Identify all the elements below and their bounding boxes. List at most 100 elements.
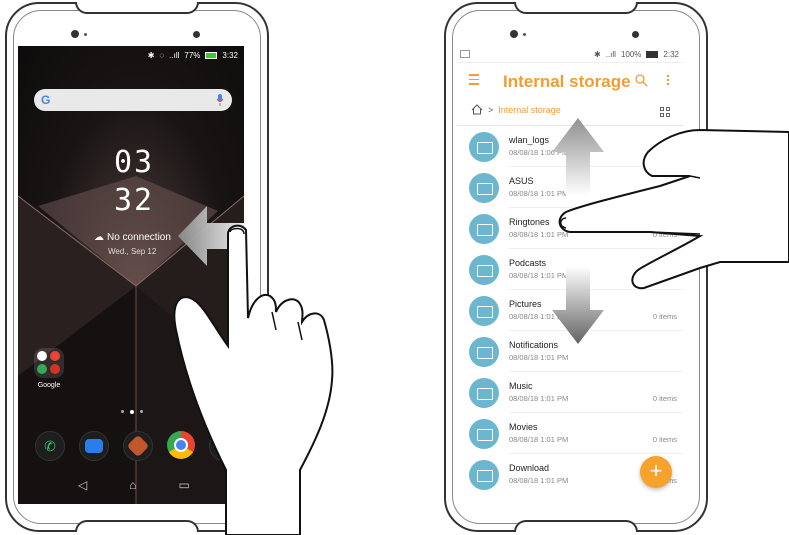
right-signal: ..ıll	[605, 49, 616, 59]
list-item[interactable]: Podcasts 08/08/18 1:01 PM 0 items	[457, 249, 683, 290]
list-item[interactable]: Movies 08/08/18 1:01 PM 0 items	[457, 413, 683, 454]
camera-app-icon[interactable]	[209, 431, 239, 461]
folder-app-icon	[37, 351, 47, 361]
home-icon[interactable]: ⌂	[129, 478, 136, 492]
folder-name: Movies	[509, 422, 538, 432]
google-folder-label: Google	[37, 382, 61, 389]
folder-icon	[469, 460, 499, 490]
left-battery-pct: 77%	[184, 50, 201, 60]
lock-date: Wed., Sep 12	[108, 247, 157, 256]
page-dot	[121, 410, 124, 413]
left-phone-sensor	[84, 33, 87, 36]
folder-name: Pictures	[509, 299, 542, 309]
bluetooth-icon: ✱	[594, 49, 601, 59]
google-search-bar[interactable]: G	[34, 89, 232, 111]
folder-name: Download	[509, 463, 550, 473]
menu-icon[interactable]	[469, 74, 479, 88]
folder-icon	[469, 132, 499, 162]
folder-count: 0 items	[652, 230, 677, 239]
folder-app-icon	[37, 364, 47, 374]
recents-icon[interactable]: ▭	[178, 478, 189, 492]
sync-icon: ◌	[159, 50, 165, 60]
search-icon[interactable]	[635, 74, 648, 87]
grid-view-icon[interactable]	[660, 107, 670, 117]
folder-name: Podcasts	[509, 258, 547, 268]
folder-date: 08/08/18 1:01 PM	[509, 394, 569, 403]
folder-name: Music	[509, 381, 533, 391]
battery-icon	[205, 51, 218, 59]
folder-date: 08/08/18 1:01 PM	[509, 271, 569, 280]
google-g-icon: G	[41, 93, 51, 107]
list-item[interactable]: Music 08/08/18 1:01 PM 0 items	[457, 372, 683, 413]
list-item[interactable]: wlan_logs 08/08/18 1:06 PM	[457, 126, 683, 167]
left-lock-screen: ✱ ◌ ..ıll 77% 3:32 G 03 32 ☁ No connecti…	[18, 46, 244, 504]
right-status-bar: ✱ ..ıll 100% 2:32	[457, 46, 683, 63]
folder-date: 08/08/18 1:01 PM	[509, 230, 569, 239]
page-dot-active	[130, 409, 134, 414]
folder-name: wlan_logs	[509, 135, 550, 145]
app-bar: Internal storage	[457, 64, 683, 100]
folder-count: 0 items	[652, 394, 677, 403]
folder-count: 0 items	[652, 271, 677, 280]
left-status-time: 3:32	[222, 50, 238, 60]
chrome-app-icon[interactable]	[167, 431, 195, 459]
messages-app-icon[interactable]	[79, 431, 109, 461]
folder-icon	[469, 214, 499, 244]
folder-date: 08/08/18 1:01 PM	[509, 189, 569, 198]
battery-icon	[646, 50, 659, 58]
navigation-bar: ◁ ⌂ ▭	[78, 478, 190, 492]
breadcrumb-current[interactable]: Internal storage	[498, 105, 561, 115]
right-phone-camera	[510, 30, 518, 38]
bluetooth-icon: ✱	[147, 50, 155, 60]
page-indicator	[121, 409, 143, 414]
microphone-icon[interactable]	[216, 94, 224, 106]
folder-icon	[469, 378, 499, 408]
folder-app-icon	[50, 364, 60, 374]
add-folder-button[interactable]: +	[640, 456, 672, 488]
clock-minute: 32	[114, 183, 155, 218]
clock-hour: 03	[114, 145, 155, 180]
phone-app-icon[interactable]: ✆	[35, 431, 65, 461]
right-battery-pct: 100%	[620, 49, 642, 59]
left-status-bar: ✱ ◌ ..ıll 77% 3:32	[18, 46, 244, 64]
folder-icon	[469, 173, 499, 203]
app-dock: ✆	[35, 431, 239, 461]
back-icon[interactable]: ◁	[78, 478, 87, 492]
list-item[interactable]: ASUS 08/08/18 1:01 PM	[457, 167, 683, 208]
right-phone-front-camera	[632, 31, 639, 38]
list-item[interactable]: Notifications 08/08/18 1:01 PM	[457, 331, 683, 372]
no-connection-status: ☁ No connection	[94, 232, 171, 243]
right-phone-sensor	[523, 33, 526, 36]
right-status-time: 2:32	[663, 49, 679, 59]
file-manager-screen: ✱ ..ıll 100% 2:32 Internal storage > Int…	[457, 46, 683, 504]
image-notification-icon	[460, 50, 470, 58]
game-center-app-icon[interactable]	[123, 431, 153, 461]
left-phone-bottom-notch	[75, 520, 199, 532]
google-folder[interactable]	[34, 348, 64, 378]
folder-app-icon	[50, 351, 60, 361]
folder-count: 0 items	[652, 312, 677, 321]
home-icon[interactable]	[471, 104, 483, 115]
cloud-icon: ☁	[94, 232, 104, 243]
folder-name: ASUS	[509, 176, 534, 186]
list-item[interactable]: Pictures 08/08/18 1:01 PM 0 items	[457, 290, 683, 331]
folder-count: 0 items	[652, 435, 677, 444]
left-signal: ..ıll	[169, 50, 180, 60]
overflow-menu-icon[interactable]	[667, 75, 670, 85]
folder-date: 08/08/18 1:01 PM	[509, 476, 569, 485]
page-dot	[140, 410, 143, 413]
folder-icon	[469, 255, 499, 285]
folder-name: Ringtones	[509, 217, 550, 227]
folder-date: 08/08/18 1:01 PM	[509, 435, 569, 444]
left-phone-camera	[71, 30, 79, 38]
folder-icon	[469, 419, 499, 449]
breadcrumb: > Internal storage	[471, 104, 561, 115]
folder-date: 08/08/18 1:01 PM	[509, 353, 569, 362]
folder-date: 08/08/18 1:01 PM	[509, 312, 569, 321]
breadcrumb-separator: >	[488, 104, 494, 115]
folder-icon	[469, 337, 499, 367]
list-item[interactable]: Ringtones 08/08/18 1:01 PM 0 items	[457, 208, 683, 249]
folder-icon	[469, 296, 499, 326]
left-phone-front-camera	[193, 31, 200, 38]
no-connection-label: No connection	[107, 232, 171, 243]
